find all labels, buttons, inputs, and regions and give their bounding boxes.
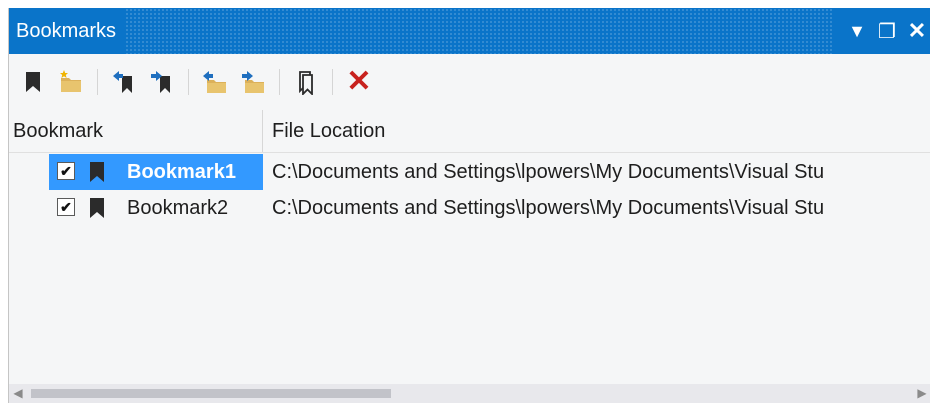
next-in-folder-button[interactable] [239,68,267,96]
horizontal-scrollbar[interactable]: ◀ ▶ [9,384,930,403]
window-title: Bookmarks [9,8,127,54]
disable-bookmark-icon [299,71,313,95]
bookmark-file-location: C:\Documents and Settings\lpowers\My Doc… [272,197,825,219]
toggle-bookmark-button[interactable] [19,68,47,96]
title-controls: ▼ ❐ ✕ [833,8,930,54]
next-bookmark-icon [151,71,170,93]
column-divider[interactable] [262,110,263,152]
scrollbar-thumb[interactable] [31,389,391,398]
column-header-bookmark[interactable]: Bookmark [13,110,103,152]
toolbar-separator [188,69,189,95]
bookmark-checkbox[interactable]: ✔ [57,162,75,180]
bookmark-checkbox[interactable]: ✔ [57,198,75,216]
previous-bookmark-button[interactable] [110,68,138,96]
title-bar[interactable]: Bookmarks ▼ ❐ ✕ [9,8,930,54]
delete-bookmark-button[interactable]: ✕ [345,67,373,97]
bookmark-icon [26,72,40,92]
new-folder-button[interactable] [57,68,85,96]
column-header: Bookmark File Location [9,110,930,153]
disable-bookmarks-button[interactable] [292,68,320,96]
next-folder-icon [242,71,264,93]
table-row[interactable]: ✔ Bookmark1 C:\Documents and Settings\lp… [9,154,930,190]
bookmark-name[interactable]: Bookmark2 [121,190,234,226]
previous-in-folder-button[interactable] [201,68,229,96]
toolbar: ✕ [9,54,930,110]
scroll-right-icon[interactable]: ▶ [913,384,930,403]
bookmark-list: ✔ Bookmark1 C:\Documents and Settings\lp… [9,154,930,384]
bookmark-icon [90,162,104,182]
bookmark-name[interactable]: Bookmark1 [121,154,242,190]
scroll-left-icon[interactable]: ◀ [9,384,27,403]
bookmark-icon [90,198,104,218]
table-row[interactable]: ✔ Bookmark2 C:\Documents and Settings\lp… [9,190,930,226]
previous-folder-icon [203,71,226,93]
bookmark-file-location: C:\Documents and Settings\lpowers\My Doc… [272,161,825,183]
previous-bookmark-icon [113,71,132,93]
toolbar-separator [332,69,333,95]
toolbar-separator [97,69,98,95]
close-icon[interactable]: ✕ [907,18,927,44]
column-header-file-location[interactable]: File Location [272,110,385,152]
maximize-icon[interactable]: ❐ [877,19,897,44]
toolbar-separator [279,69,280,95]
next-bookmark-button[interactable] [148,68,176,96]
new-folder-icon [60,70,81,92]
bookmarks-window: Bookmarks ▼ ❐ ✕ ✕ Bookmark File Location… [8,8,930,403]
dropdown-icon[interactable]: ▼ [847,21,867,42]
